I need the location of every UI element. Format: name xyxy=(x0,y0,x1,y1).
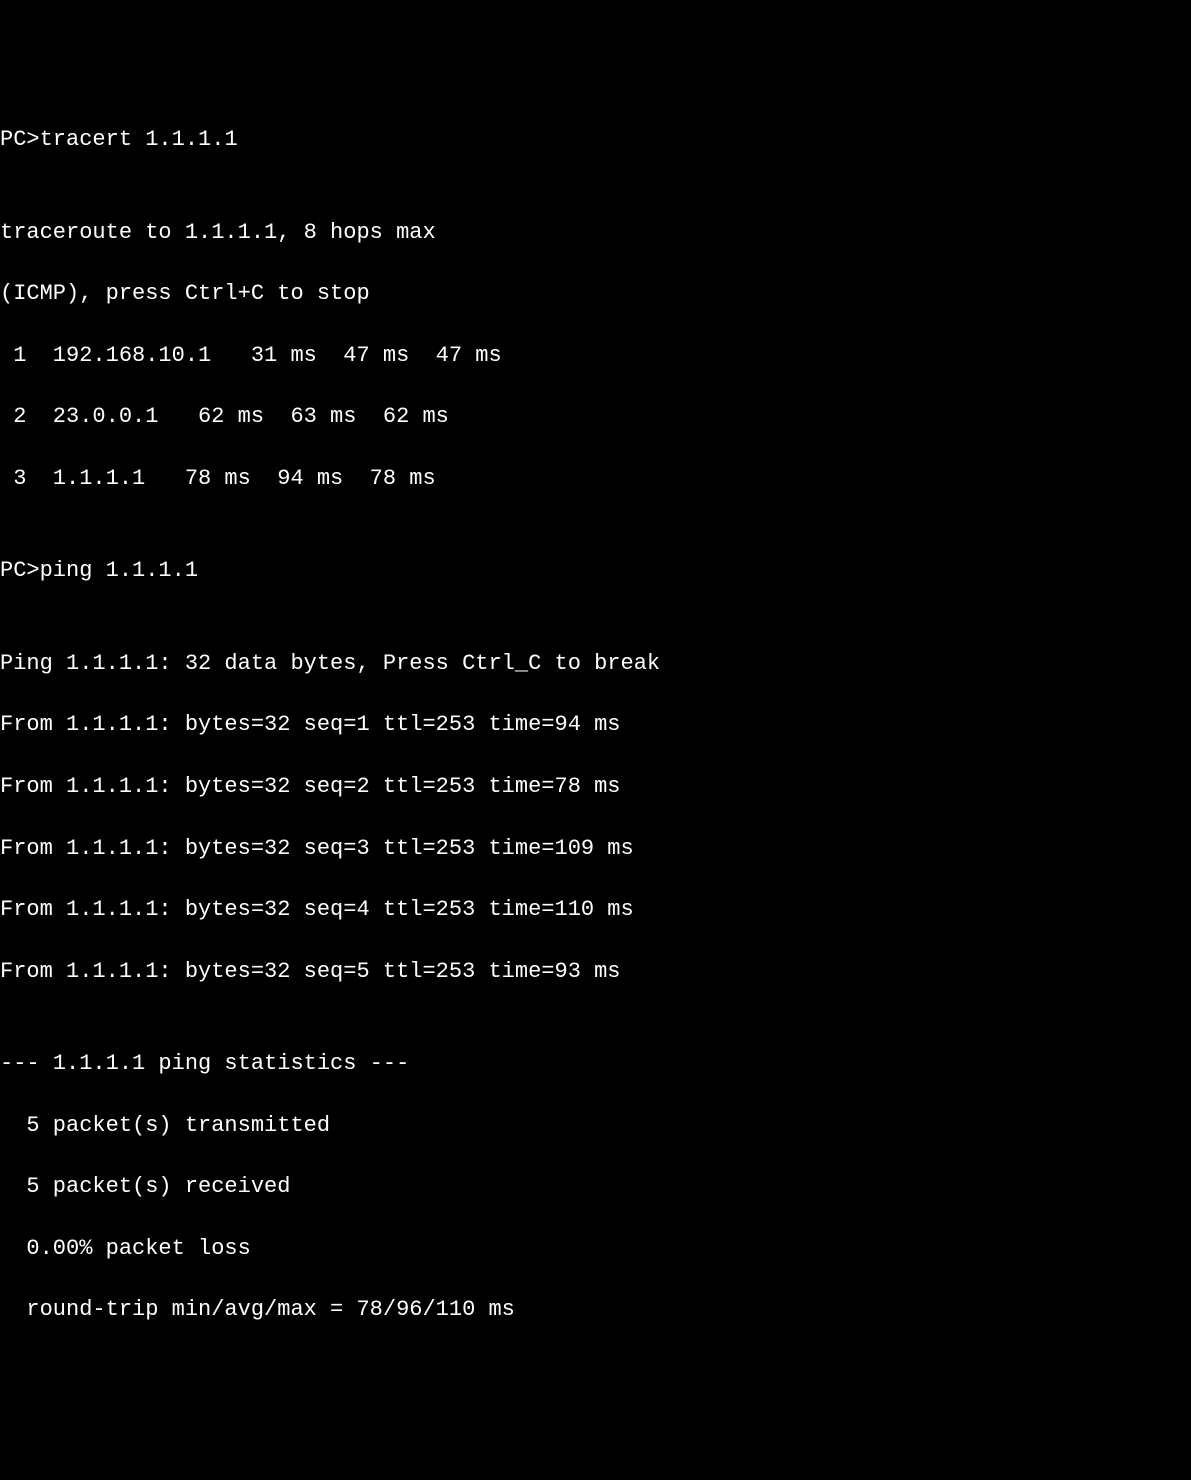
ping-stats-header: --- 1.1.1.1 ping statistics --- xyxy=(0,1049,1191,1080)
ping-stats-transmitted: 5 packet(s) transmitted xyxy=(0,1111,1191,1142)
trace-header-line2: (ICMP), press Ctrl+C to stop xyxy=(0,279,1191,310)
trace-header-line1: traceroute to 1.1.1.1, 8 hops max xyxy=(0,218,1191,249)
ping-reply-1: From 1.1.1.1: bytes=32 seq=1 ttl=253 tim… xyxy=(0,710,1191,741)
ping-reply-2: From 1.1.1.1: bytes=32 seq=2 ttl=253 tim… xyxy=(0,772,1191,803)
ping-stats-loss: 0.00% packet loss xyxy=(0,1234,1191,1265)
terminal-line-prompt1: PC>tracert 1.1.1.1 xyxy=(0,125,1191,156)
ping-reply-4: From 1.1.1.1: bytes=32 seq=4 ttl=253 tim… xyxy=(0,895,1191,926)
trace-hop-3: 3 1.1.1.1 78 ms 94 ms 78 ms xyxy=(0,464,1191,495)
trace-hop-2: 2 23.0.0.1 62 ms 63 ms 62 ms xyxy=(0,402,1191,433)
ping-reply-3: From 1.1.1.1: bytes=32 seq=3 ttl=253 tim… xyxy=(0,834,1191,865)
command: tracert 1.1.1.1 xyxy=(40,127,238,152)
command: ping 1.1.1.1 xyxy=(40,558,198,583)
terminal-line-prompt2: PC>ping 1.1.1.1 xyxy=(0,556,1191,587)
trace-hop-1: 1 192.168.10.1 31 ms 47 ms 47 ms xyxy=(0,341,1191,372)
ping-reply-5: From 1.1.1.1: bytes=32 seq=5 ttl=253 tim… xyxy=(0,957,1191,988)
ping-stats-received: 5 packet(s) received xyxy=(0,1172,1191,1203)
prompt: PC> xyxy=(0,127,40,152)
ping-stats-rtt: round-trip min/avg/max = 78/96/110 ms xyxy=(0,1295,1191,1326)
ping-header: Ping 1.1.1.1: 32 data bytes, Press Ctrl_… xyxy=(0,649,1191,680)
prompt: PC> xyxy=(0,558,40,583)
